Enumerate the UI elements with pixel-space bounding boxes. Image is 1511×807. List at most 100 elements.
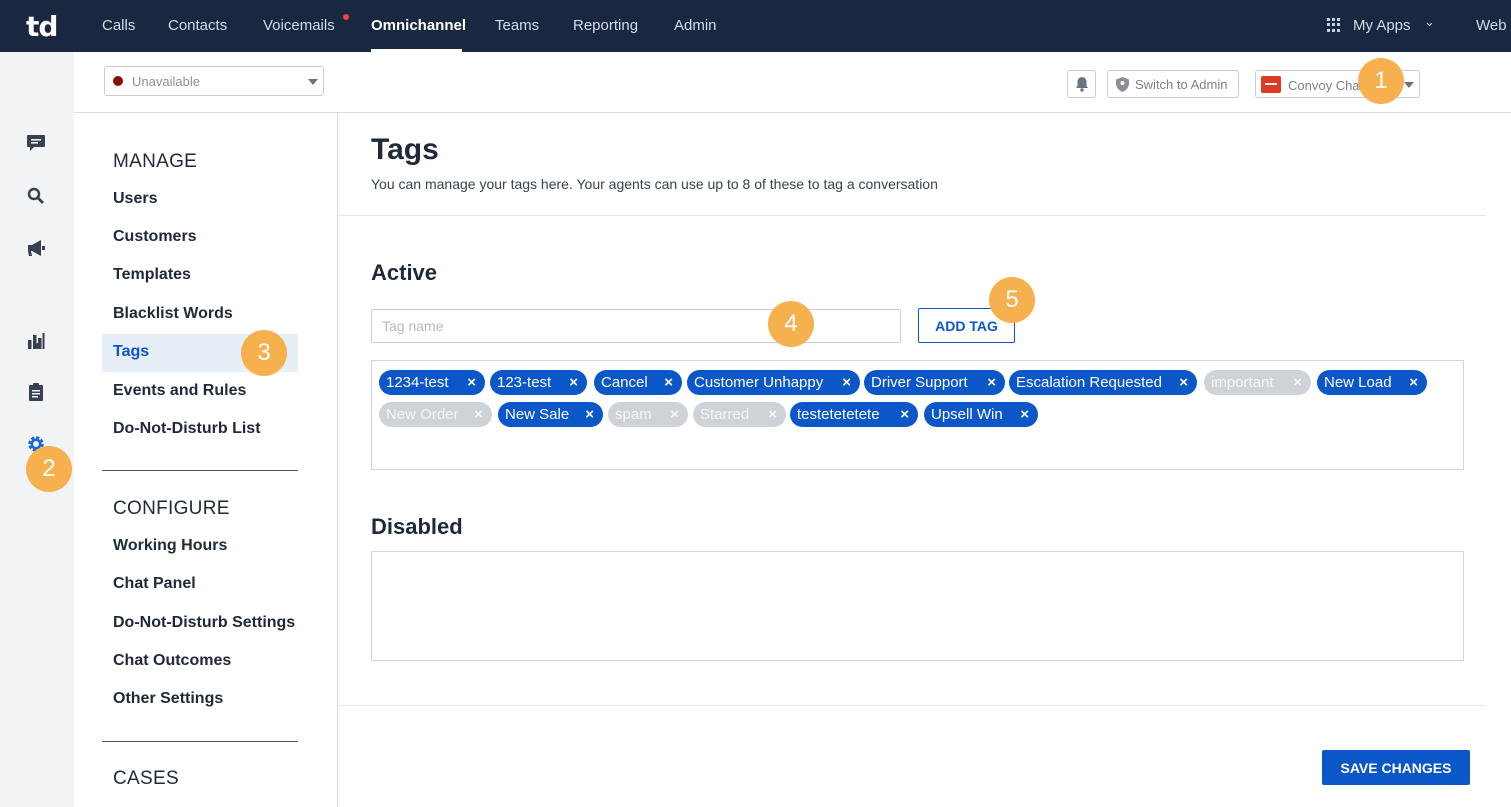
manage-section-title: MANAGE [113, 151, 198, 172]
sidebar-item-templates[interactable]: Templates [113, 266, 191, 284]
sidebar-item-events-and-rules[interactable]: Events and Rules [113, 382, 246, 400]
cases-section-title: CASES [113, 768, 179, 789]
tag-chip-label: Starred [700, 406, 750, 423]
sidebar-item-dnd-list[interactable]: Do-Not-Disturb List [113, 420, 261, 438]
nav-reporting[interactable]: Reporting [573, 0, 638, 52]
sidebar-item-dnd-settings[interactable]: Do-Not-Disturb Settings [113, 614, 295, 632]
tag-chip-label: important [1211, 374, 1274, 391]
tag-chip[interactable]: testetetetete × [790, 402, 918, 427]
nav-voicemails[interactable]: Voicemails [263, 0, 335, 52]
nav-calls[interactable]: Calls [102, 0, 135, 52]
sidebar-item-other-settings[interactable]: Other Settings [113, 690, 223, 708]
tag-chip[interactable]: New Sale × [498, 402, 603, 427]
tag-chip[interactable]: important × [1204, 370, 1311, 395]
remove-tag-icon[interactable]: × [842, 370, 851, 395]
remove-tag-icon[interactable]: × [670, 402, 679, 427]
tag-chip[interactable]: spam × [608, 402, 688, 427]
tag-chip[interactable]: Customer Unhappy × [687, 370, 860, 395]
sidebar-item-users[interactable]: Users [113, 190, 157, 208]
callout-badge: 3 [241, 330, 287, 376]
tag-chip-label: 1234-test [386, 374, 449, 391]
bell-icon [1075, 77, 1088, 92]
tag-chip-label: New Order [386, 406, 459, 423]
tag-chip[interactable]: Cancel × [594, 370, 682, 395]
remove-tag-icon[interactable]: × [1179, 370, 1188, 395]
remove-tag-icon[interactable]: × [474, 402, 483, 427]
tag-chip[interactable]: New Order × [379, 402, 492, 427]
nav-web[interactable]: Web [1476, 0, 1507, 52]
remove-tag-icon[interactable]: × [900, 402, 909, 427]
sidebar-divider [102, 470, 298, 471]
my-apps-menu[interactable]: My Apps [1353, 0, 1411, 52]
section-divider [338, 705, 1486, 706]
nav-contacts[interactable]: Contacts [168, 0, 227, 52]
caret-down-icon [1404, 82, 1414, 88]
page-title: Tags [371, 133, 439, 166]
tag-chip[interactable]: Escalation Requested × [1009, 370, 1197, 395]
sidebar-item-tags[interactable]: Tags [113, 343, 149, 361]
configure-section-title: CONFIGURE [113, 498, 230, 519]
bar-chart-icon[interactable] [25, 330, 47, 352]
tag-chip-label: spam [615, 406, 652, 423]
switch-to-admin-button[interactable]: Switch to Admin [1107, 70, 1239, 98]
remove-tag-icon[interactable]: × [1020, 402, 1029, 427]
status-value: Unavailable [132, 74, 200, 89]
sidebar-item-blacklist-words[interactable]: Blacklist Words [113, 305, 233, 323]
remove-tag-icon[interactable]: × [1293, 370, 1302, 395]
app-logo[interactable]: td [26, 10, 58, 43]
remove-tag-icon[interactable]: × [664, 370, 673, 395]
sidebar-item-working-hours[interactable]: Working Hours [113, 537, 227, 555]
tag-chip[interactable]: 123-test × [490, 370, 587, 395]
availability-status-select[interactable]: Unavailable [104, 66, 324, 96]
remove-tag-icon[interactable]: × [768, 402, 777, 427]
caret-down-icon [308, 79, 318, 85]
sidebar-item-chat-panel[interactable]: Chat Panel [113, 575, 196, 593]
section-divider [338, 215, 1486, 216]
shield-icon [1116, 77, 1129, 92]
tag-chip-label: New Load [1324, 374, 1392, 391]
notifications-button[interactable] [1067, 70, 1096, 98]
remove-tag-icon[interactable]: × [467, 370, 476, 395]
tag-chip-label: Cancel [601, 374, 648, 391]
tag-chip-label: 123-test [497, 374, 552, 391]
remove-tag-icon[interactable]: × [987, 370, 996, 395]
save-changes-button[interactable]: SAVE CHANGES [1322, 750, 1470, 785]
nav-admin[interactable]: Admin [674, 0, 717, 52]
sidebar-item-chat-outcomes[interactable]: Chat Outcomes [113, 652, 231, 670]
chat-icon[interactable] [25, 132, 47, 154]
callout-badge: 2 [26, 446, 72, 492]
clipboard-icon[interactable] [25, 381, 47, 403]
tag-chip[interactable]: Upsell Win × [924, 402, 1038, 427]
tag-chip-label: testetetetete [797, 406, 880, 423]
left-icon-rail [0, 52, 74, 807]
tag-chip[interactable]: 1234-test × [379, 370, 485, 395]
nav-teams[interactable]: Teams [495, 0, 539, 52]
callout-badge: 1 [1358, 58, 1404, 104]
apps-grid-icon[interactable] [1327, 18, 1341, 32]
disabled-heading: Disabled [371, 514, 463, 539]
callout-badge: 5 [989, 277, 1035, 323]
chevron-down-icon[interactable]: ⌄ [1424, 14, 1435, 30]
megaphone-icon[interactable] [25, 237, 47, 259]
tag-chip-label: New Sale [505, 406, 570, 423]
switch-to-admin-label: Switch to Admin [1135, 77, 1228, 92]
remove-tag-icon[interactable]: × [569, 370, 578, 395]
status-indicator-dot [113, 76, 123, 86]
active-heading: Active [371, 260, 438, 285]
workspace-logo-icon [1261, 76, 1281, 93]
nav-omnichannel[interactable]: Omnichannel [371, 0, 466, 52]
tag-chip[interactable]: Driver Support × [864, 370, 1005, 395]
tag-chip-label: Escalation Requested [1016, 374, 1162, 391]
sidebar-item-customers[interactable]: Customers [113, 228, 197, 246]
tag-chip-label: Driver Support [871, 374, 968, 391]
tag-name-input[interactable] [371, 309, 901, 343]
tag-chip-label: Customer Unhappy [694, 374, 824, 391]
tag-chip-label: Upsell Win [931, 406, 1003, 423]
remove-tag-icon[interactable]: × [585, 402, 594, 427]
search-icon[interactable] [25, 185, 47, 207]
tag-chip[interactable]: Starred × [693, 402, 786, 427]
remove-tag-icon[interactable]: × [1409, 370, 1418, 395]
workspace-name: Convoy Chat [1288, 78, 1364, 93]
disabled-tags-box [371, 551, 1464, 661]
tag-chip[interactable]: New Load × [1317, 370, 1427, 395]
